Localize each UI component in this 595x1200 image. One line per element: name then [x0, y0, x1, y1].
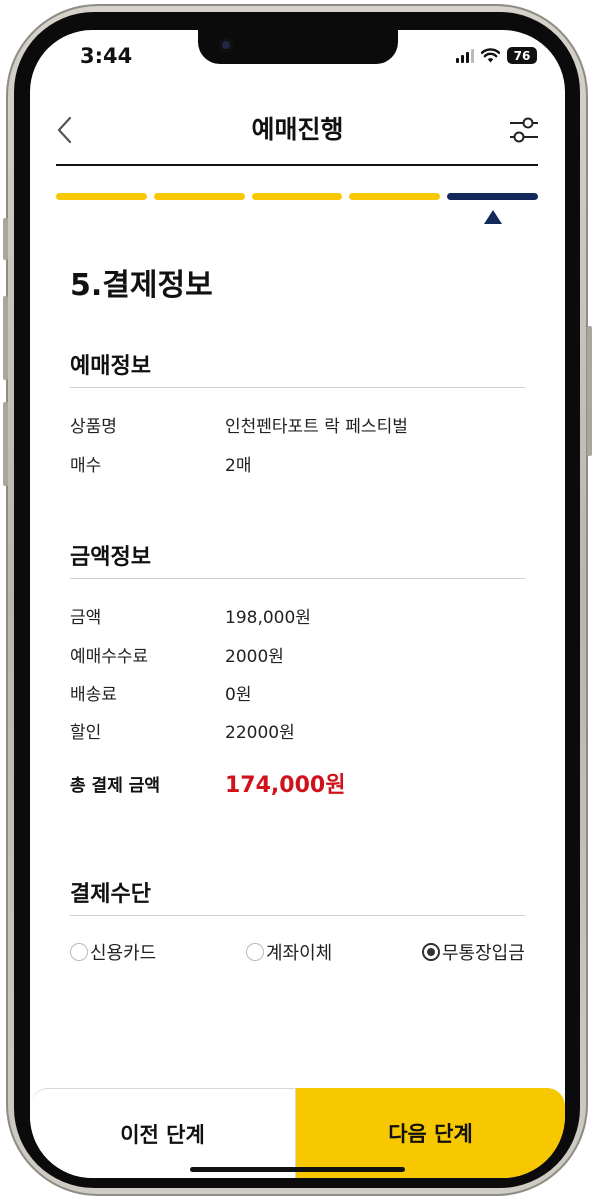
ticket-count-label: 매수 [70, 456, 102, 476]
payment-option-label: 계좌이체 [266, 943, 333, 964]
section-heading: 5.결제정보 [70, 268, 213, 303]
previous-step-button[interactable]: 이전 단계 [30, 1088, 296, 1178]
total-amount-label: 총 결제 금액 [70, 776, 161, 796]
product-name-value: 인천펜타포트 락 페스티벌 [225, 417, 408, 437]
volume-up-button [3, 296, 8, 380]
progress-step-1 [56, 193, 147, 200]
amount-info-divider [70, 578, 525, 579]
status-time: 3:44 [80, 44, 133, 68]
wifi-icon [481, 48, 500, 63]
payment-method-divider [70, 915, 525, 916]
booking-fee-value: 2000원 [225, 647, 284, 667]
progress-step-5-current [447, 193, 538, 200]
filter-icon[interactable] [508, 112, 540, 148]
status-icons: 76 [456, 47, 537, 64]
radio-checked-icon[interactable] [422, 943, 440, 961]
shipping-fee-label: 배송료 [70, 685, 117, 705]
booking-info-title: 예매정보 [70, 354, 151, 379]
total-amount-value: 174,000원 [225, 773, 346, 798]
page-title: 예매진행 [251, 115, 344, 144]
mute-switch [3, 218, 8, 260]
home-indicator [190, 1167, 405, 1172]
bottom-action-bar: 이전 단계 다음 단계 [30, 1088, 565, 1178]
product-name-label: 상품명 [70, 417, 117, 437]
battery-indicator: 76 [507, 47, 537, 64]
price-label: 금액 [70, 608, 102, 628]
current-step-marker [484, 210, 502, 224]
payment-option-label: 무통장입금 [442, 943, 525, 964]
progress-step-2 [153, 193, 245, 200]
payment-method-title: 결제수단 [70, 882, 151, 907]
discount-value: 22000원 [225, 723, 295, 743]
camera-icon [219, 38, 233, 52]
payment-option-label: 신용카드 [90, 943, 157, 964]
discount-label: 할인 [70, 723, 102, 743]
progress-steps [56, 193, 538, 200]
header-divider [56, 164, 538, 166]
booking-fee-label: 예매수수료 [70, 647, 149, 667]
payment-option-deposit[interactable]: 무통장입금 [422, 939, 525, 965]
radio-unchecked-icon[interactable] [246, 943, 264, 961]
volume-down-button [3, 402, 8, 486]
booking-info-divider [70, 387, 525, 388]
next-step-button[interactable]: 다음 단계 [296, 1088, 565, 1178]
radio-unchecked-icon[interactable] [70, 943, 88, 961]
amount-info-title: 금액정보 [70, 545, 151, 570]
progress-step-4 [349, 193, 441, 200]
price-value: 198,000원 [225, 608, 311, 628]
ticket-count-value: 2매 [225, 456, 252, 476]
progress-step-3 [251, 193, 343, 200]
screen: 3:44 76 예매진행 5.결제정보 예매정보 상품명 인천펜타포트 락 페스… [30, 30, 565, 1178]
payment-option-credit-card[interactable]: 신용카드 [70, 939, 156, 965]
power-button [587, 326, 592, 456]
shipping-fee-value: 0원 [225, 685, 252, 705]
signal-icon [456, 48, 474, 63]
notch [198, 30, 398, 64]
payment-option-bank-transfer[interactable]: 계좌이체 [246, 939, 332, 965]
header: 예매진행 [30, 108, 565, 164]
